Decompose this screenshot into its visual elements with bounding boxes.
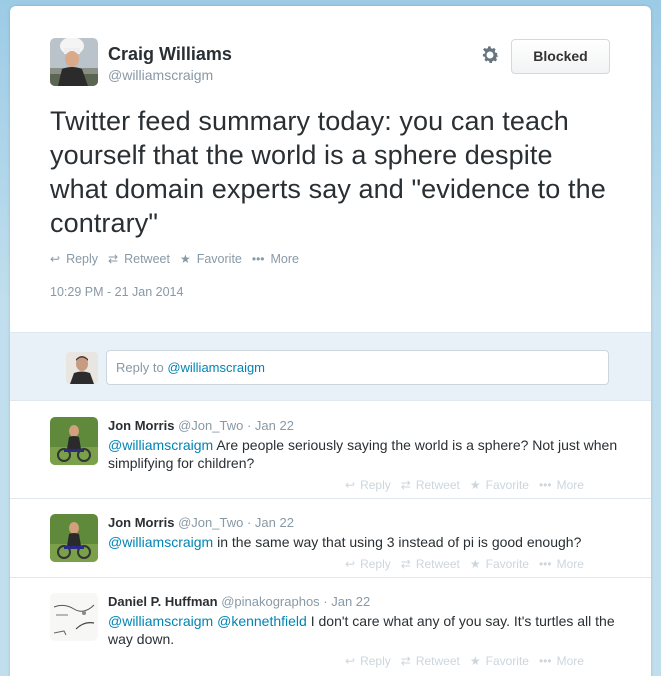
reply-header: Jon Morris @Jon_Two · Jan 22: [108, 418, 294, 433]
star-icon: ★: [179, 252, 191, 266]
more-icon: •••: [538, 478, 552, 492]
reply-tweet[interactable]: Jon Morris @Jon_Two · Jan 22 @williamscr…: [10, 499, 651, 578]
reply-header: Jon Morris @Jon_Two · Jan 22: [108, 515, 294, 530]
more-icon: •••: [538, 654, 552, 668]
reply-mention[interactable]: @williamscraigm @kennethfield: [108, 613, 307, 629]
reply-icon: ↩: [50, 252, 61, 266]
reply-body: in the same way that using 3 instead of …: [213, 534, 582, 550]
retweet-action[interactable]: ⇄ Retweet: [401, 654, 460, 668]
favorite-label: Favorite: [485, 557, 529, 571]
main-tweet: Craig Williams @williamscraigm Blocked T…: [10, 6, 651, 332]
author-avatar[interactable]: [50, 38, 98, 86]
gear-icon[interactable]: [479, 44, 501, 66]
favorite-label: Favorite: [485, 654, 529, 668]
favorite-label: Favorite: [196, 252, 242, 266]
reply-input[interactable]: Reply to @williamscraigm: [106, 350, 609, 385]
current-user-avatar: [66, 352, 98, 384]
reply-label: Reply: [360, 654, 391, 668]
reply-tweet[interactable]: Daniel P. Huffman @pinakographos · Jan 2…: [10, 578, 651, 676]
retweet-label: Retweet: [415, 557, 460, 571]
reply-date[interactable]: · Jan 22: [247, 515, 294, 530]
more-label: More: [556, 654, 584, 668]
retweet-action[interactable]: ⇄ Retweet: [401, 478, 460, 492]
retweet-label: Retweet: [415, 654, 460, 668]
reply-author-name[interactable]: Jon Morris: [108, 418, 174, 433]
more-label: More: [556, 478, 584, 492]
tweet-text: Twitter feed summary today: you can teac…: [50, 106, 606, 238]
tweet-actions: ↩ Reply ⇄ Retweet ★ Favorite ••• More: [50, 252, 309, 266]
favorite-action[interactable]: ★ Favorite: [470, 557, 529, 571]
tweet-timestamp[interactable]: 10:29 PM - 21 Jan 2014: [50, 285, 183, 299]
retweet-label: Retweet: [415, 478, 460, 492]
retweet-icon: ⇄: [400, 654, 411, 668]
reply-date[interactable]: · Jan 22: [323, 594, 370, 609]
retweet-icon: ⇄: [400, 478, 411, 492]
reply-label: Reply: [66, 252, 99, 266]
reply-label: Reply: [360, 557, 391, 571]
reply-text: @williamscraigm in the same way that usi…: [108, 533, 618, 551]
reply-label: Reply: [360, 478, 391, 492]
star-icon: ★: [469, 557, 481, 571]
reply-author-handle[interactable]: @Jon_Two: [178, 515, 243, 530]
reply-avatar[interactable]: [50, 514, 98, 562]
reply-action[interactable]: ↩ Reply: [50, 252, 98, 266]
star-icon: ★: [469, 478, 481, 492]
retweet-label: Retweet: [124, 252, 170, 266]
more-label: More: [556, 557, 584, 571]
retweet-icon: ⇄: [108, 252, 119, 266]
retweet-icon: ⇄: [400, 557, 411, 571]
reply-action[interactable]: ↩ Reply: [345, 478, 391, 492]
reply-header: Daniel P. Huffman @pinakographos · Jan 2…: [108, 594, 370, 609]
author-handle[interactable]: @williamscraigm: [108, 67, 213, 83]
more-action[interactable]: ••• More: [252, 252, 299, 266]
reply-avatar[interactable]: [50, 593, 98, 641]
tweet-card: Craig Williams @williamscraigm Blocked T…: [10, 6, 651, 676]
reply-tweet[interactable]: Jon Morris @Jon_Two · Jan 22 @williamscr…: [10, 401, 651, 499]
more-action[interactable]: ••• More: [539, 654, 584, 668]
reply-actions: ↩ Reply ⇄ Retweet ★ Favorite ••• More: [345, 557, 594, 571]
reply-author-handle[interactable]: @Jon_Two: [178, 418, 243, 433]
reply-icon: ↩: [345, 654, 356, 668]
favorite-label: Favorite: [485, 478, 529, 492]
reply-actions: ↩ Reply ⇄ Retweet ★ Favorite ••• More: [345, 478, 594, 492]
blocked-button[interactable]: Blocked: [511, 39, 610, 74]
reply-author-name[interactable]: Jon Morris: [108, 515, 174, 530]
reply-mention[interactable]: @williamscraigm: [108, 534, 213, 550]
reply-author-name[interactable]: Daniel P. Huffman: [108, 594, 218, 609]
reply-box: Reply to @williamscraigm: [10, 332, 651, 401]
reply-prefix: Reply to: [116, 360, 168, 375]
retweet-action[interactable]: ⇄ Retweet: [401, 557, 460, 571]
reply-text: @williamscraigm Are people seriously say…: [108, 436, 618, 472]
reply-action[interactable]: ↩ Reply: [345, 654, 391, 668]
reply-text: @williamscraigm @kennethfield I don't ca…: [108, 612, 618, 648]
star-icon: ★: [469, 654, 481, 668]
more-action[interactable]: ••• More: [539, 557, 584, 571]
reply-icon: ↩: [345, 557, 356, 571]
reply-avatar[interactable]: [50, 417, 98, 465]
retweet-action[interactable]: ⇄ Retweet: [108, 252, 170, 266]
reply-icon: ↩: [345, 478, 356, 492]
author-name[interactable]: Craig Williams: [108, 44, 232, 65]
reply-actions: ↩ Reply ⇄ Retweet ★ Favorite ••• More: [345, 654, 594, 668]
reply-date[interactable]: · Jan 22: [247, 418, 294, 433]
more-label: More: [270, 252, 299, 266]
favorite-action[interactable]: ★ Favorite: [470, 654, 529, 668]
reply-mention[interactable]: @williamscraigm: [108, 437, 213, 453]
favorite-action[interactable]: ★ Favorite: [470, 478, 529, 492]
reply-action[interactable]: ↩ Reply: [345, 557, 391, 571]
reply-mention: @williamscraigm: [167, 360, 266, 375]
favorite-action[interactable]: ★ Favorite: [180, 252, 242, 266]
more-icon: •••: [251, 252, 265, 266]
more-action[interactable]: ••• More: [539, 478, 584, 492]
more-icon: •••: [538, 557, 552, 571]
reply-author-handle[interactable]: @pinakographos: [221, 594, 319, 609]
